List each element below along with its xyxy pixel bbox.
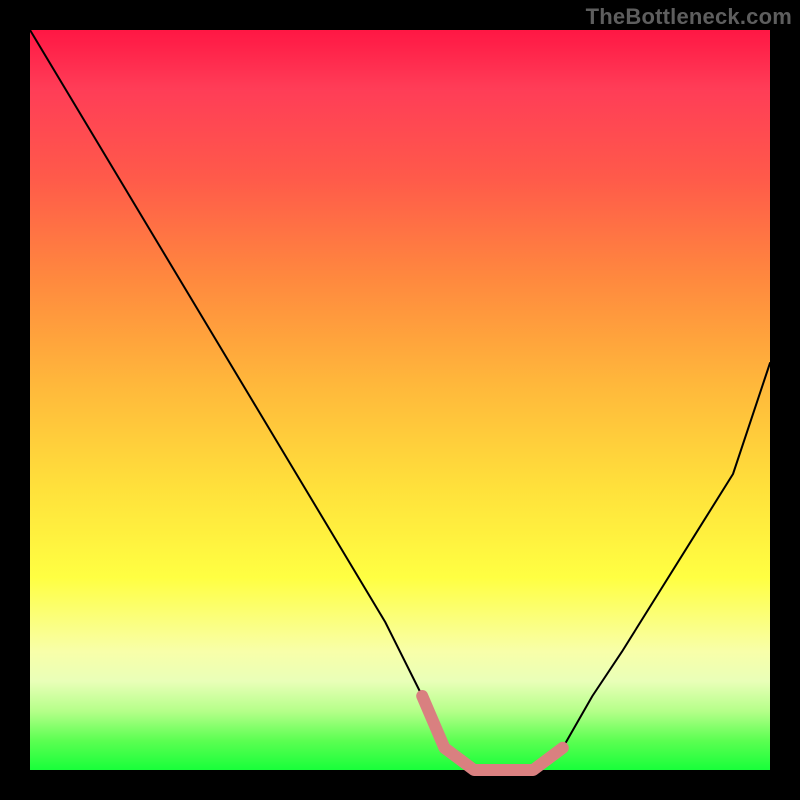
watermark-text: TheBottleneck.com bbox=[586, 4, 792, 30]
chart-frame: TheBottleneck.com bbox=[0, 0, 800, 800]
bottleneck-curve-path bbox=[30, 30, 770, 770]
flat-highlight-path bbox=[422, 696, 563, 770]
plot-area bbox=[30, 30, 770, 770]
chart-svg bbox=[30, 30, 770, 770]
